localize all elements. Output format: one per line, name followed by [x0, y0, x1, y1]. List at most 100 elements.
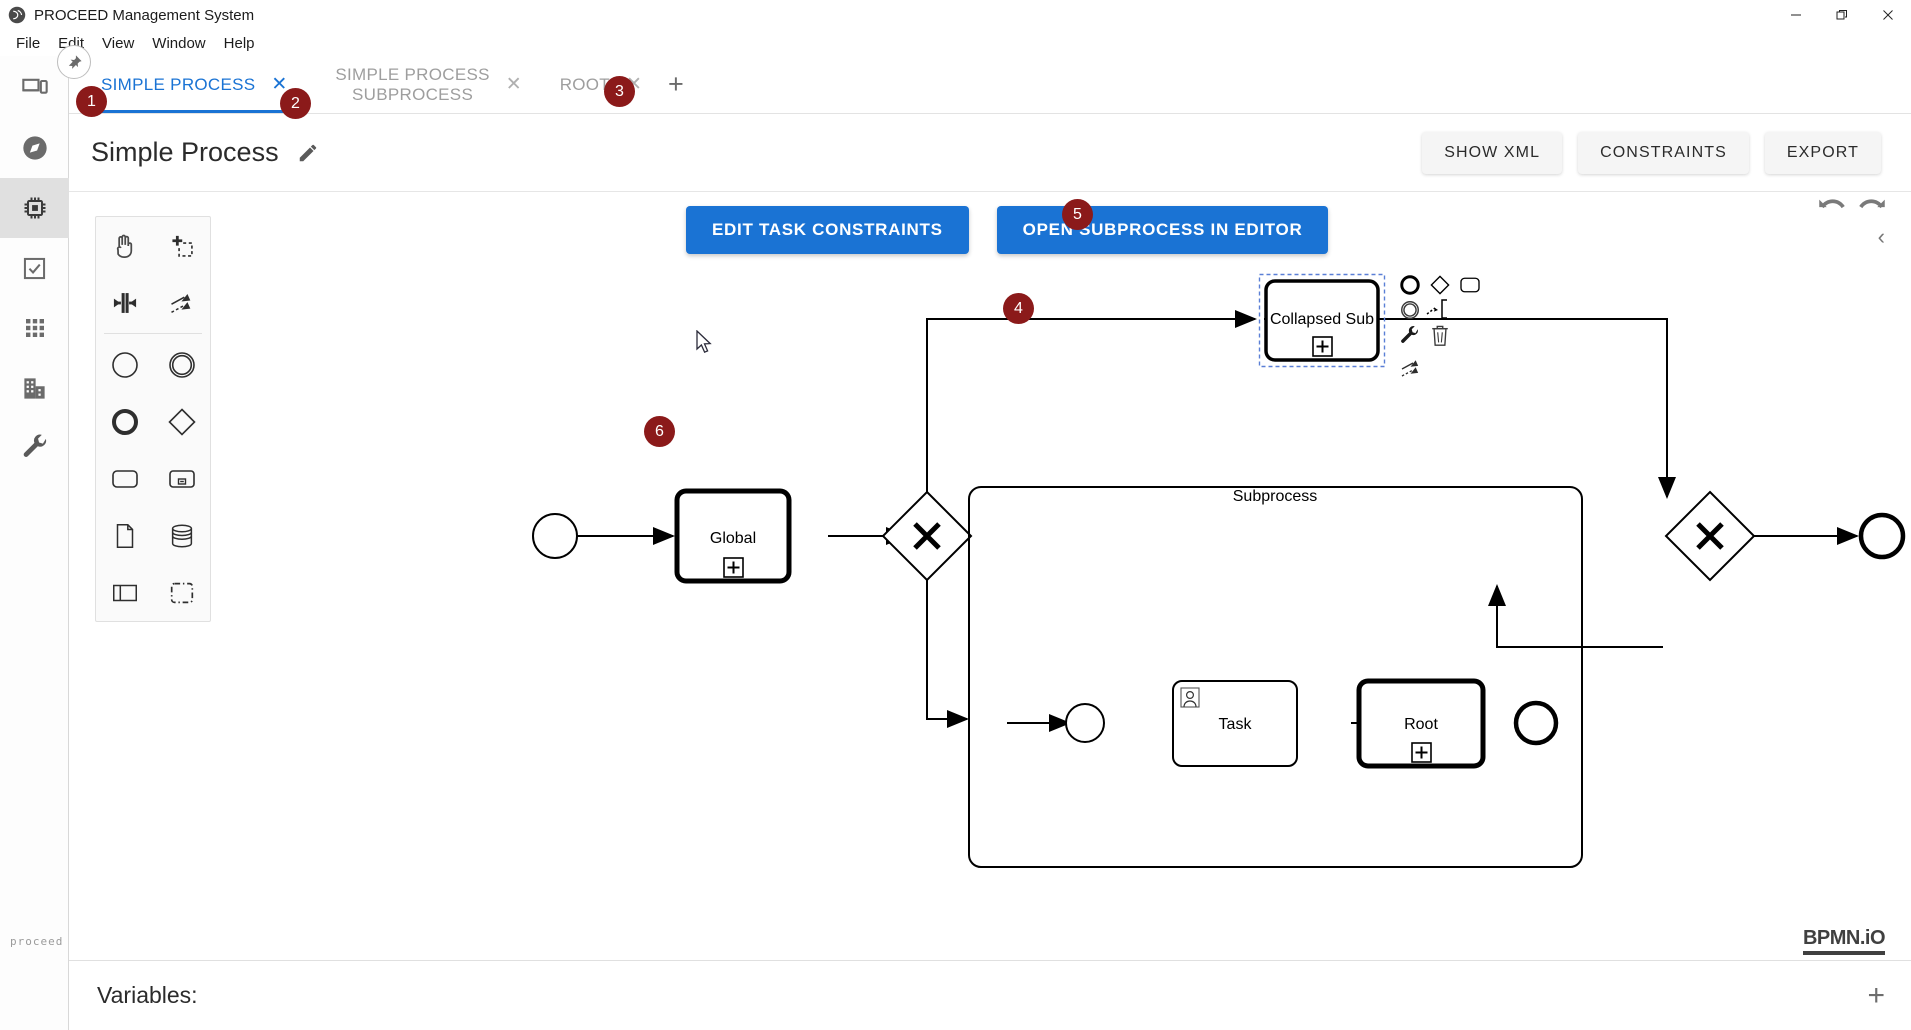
tab-label-text: SIMPLE PROCESS	[335, 65, 489, 85]
close-button[interactable]	[1865, 0, 1911, 30]
tab-add-button[interactable]: +	[654, 56, 698, 113]
app-title: PROCEED Management System	[34, 7, 254, 24]
annotation-badge-4: 4	[1003, 293, 1034, 324]
append-text-annotation-icon[interactable]	[1425, 297, 1455, 326]
machine-chip-icon	[21, 194, 49, 222]
add-variable-button[interactable]: +	[1867, 979, 1885, 1013]
subprocess-start-event-node[interactable]	[1066, 704, 1104, 742]
menu-help[interactable]: Help	[215, 33, 264, 54]
global-node[interactable]: Global	[677, 491, 789, 581]
collapsed-subprocess-label: Collapsed Sub	[1270, 311, 1374, 328]
subprocess-end-event-node[interactable]	[1516, 703, 1556, 743]
append-intermediate-event-icon[interactable]	[1399, 299, 1421, 326]
root-node-label: Root	[1404, 716, 1438, 733]
group-icon[interactable]	[153, 564, 210, 621]
change-element-wrench-icon[interactable]	[1399, 325, 1421, 352]
constraints-button[interactable]: CONSTRAINTS	[1578, 132, 1749, 174]
tab-label-text: SIMPLE PROCESS	[101, 75, 255, 95]
redo-icon[interactable]	[1855, 192, 1889, 222]
chevron-left-icon[interactable]: ‹	[1878, 224, 1885, 250]
bpmn-diagram[interactable]: Global Collapsed Sub Subprocess	[69, 192, 1911, 960]
bpmn-palette	[95, 216, 211, 622]
annotation-badge-5: 5	[1062, 199, 1093, 230]
data-object-icon[interactable]	[96, 507, 153, 564]
sidebar-item-explore[interactable]	[0, 118, 69, 178]
global-node-label: Global	[710, 530, 756, 547]
intermediate-event-icon[interactable]	[153, 336, 210, 393]
sidebar-item-machines[interactable]	[0, 178, 69, 238]
exclusive-gateway-icon[interactable]	[153, 393, 210, 450]
bpmnio-watermark[interactable]: BPMN.iO	[1803, 927, 1885, 950]
task-node[interactable]: Task	[1173, 681, 1297, 766]
hand-tool-icon[interactable]	[96, 217, 153, 274]
pin-icon[interactable]	[57, 45, 91, 79]
mouse-cursor	[696, 330, 714, 356]
connect-tool-icon[interactable]	[153, 274, 210, 331]
append-task-icon[interactable]	[1459, 276, 1481, 299]
explore-compass-icon	[21, 134, 49, 162]
pencil-edit-icon[interactable]	[297, 142, 319, 164]
delete-trash-icon[interactable]	[1429, 324, 1451, 353]
bpmn-canvas[interactable]: EDIT TASK CONSTRAINTS OPEN SUBPROCESS IN…	[69, 192, 1911, 960]
page-title: Simple Process	[91, 137, 279, 168]
annotation-badge-3: 3	[604, 76, 635, 107]
undo-redo-group	[1815, 192, 1889, 222]
subprocess-container-node[interactable]: Subprocess	[969, 487, 1582, 867]
edit-task-constraints-button[interactable]: EDIT TASK CONSTRAINTS	[686, 206, 969, 254]
data-store-icon[interactable]	[153, 507, 210, 564]
show-xml-button[interactable]: SHOW XML	[1422, 132, 1562, 174]
annotation-badge-2: 2	[280, 88, 311, 119]
left-icon-rail: proceed	[0, 56, 69, 1030]
connect-arrow-icon[interactable]	[1400, 355, 1424, 384]
lasso-tool-icon[interactable]	[153, 217, 210, 274]
tab-root[interactable]: ROOT ✕	[546, 56, 654, 113]
settings-wrench-icon	[21, 434, 49, 462]
variables-label: Variables:	[97, 982, 198, 1009]
sidebar-item-settings[interactable]	[0, 418, 69, 478]
export-button[interactable]: EXPORT	[1765, 132, 1881, 174]
minimize-button[interactable]	[1773, 0, 1819, 30]
user-task-icon	[1181, 688, 1199, 707]
tab-label-text: ROOT	[560, 75, 610, 95]
end-event-icon[interactable]	[96, 393, 153, 450]
bpmnio-logo-text: BPMN.iO	[1803, 927, 1885, 955]
tasklist-checkbox-icon	[21, 255, 48, 282]
start-event-node[interactable]	[533, 514, 577, 558]
palette-divider	[104, 333, 202, 334]
undo-icon[interactable]	[1815, 192, 1849, 222]
end-event-node[interactable]	[1861, 515, 1903, 557]
menu-file[interactable]: File	[7, 33, 49, 54]
proceed-brand: proceed	[10, 935, 60, 948]
menu-window[interactable]: Window	[143, 33, 214, 54]
maximize-restore-button[interactable]	[1819, 0, 1865, 30]
sidebar-item-apps[interactable]	[0, 298, 69, 358]
organization-building-icon	[21, 375, 48, 402]
participant-pool-icon[interactable]	[96, 564, 153, 621]
task-node-label: Task	[1219, 716, 1253, 733]
tab-sublabel-text: SUBPROCESS	[335, 85, 489, 105]
exclusive-gateway-1-node[interactable]	[883, 492, 971, 580]
task-icon[interactable]	[96, 450, 153, 507]
page-header: Simple Process SHOW XML CONSTRAINTS EXPO…	[69, 114, 1911, 192]
sidebar-item-tasklist[interactable]	[0, 238, 69, 298]
proceed-logo-icon	[8, 6, 26, 24]
space-tool-icon[interactable]	[96, 274, 153, 331]
sidebar-item-organization[interactable]	[0, 358, 69, 418]
title-bar: PROCEED Management System	[0, 0, 1911, 30]
start-event-icon[interactable]	[96, 336, 153, 393]
canvas-action-row: EDIT TASK CONSTRAINTS OPEN SUBPROCESS IN…	[686, 206, 1328, 254]
annotation-badge-6: 6	[644, 416, 675, 447]
menu-bar: File Edit View Window Help	[0, 30, 1911, 56]
menu-view[interactable]: View	[93, 33, 143, 54]
exclusive-gateway-2-node[interactable]	[1666, 492, 1754, 580]
append-end-event-icon[interactable]	[1399, 274, 1421, 301]
tab-simple-process[interactable]: SIMPLE PROCESS ✕	[87, 56, 299, 113]
expanded-subprocess-icon[interactable]	[153, 450, 210, 507]
tab-close-icon[interactable]: ✕	[506, 75, 522, 94]
open-subprocess-in-editor-button[interactable]: OPEN SUBPROCESS IN EDITOR	[997, 206, 1329, 254]
apps-grid-icon	[23, 316, 47, 340]
collapsed-subprocess-node[interactable]: Collapsed Sub	[1260, 275, 1385, 367]
tab-simple-process-subprocess[interactable]: SIMPLE PROCESS SUBPROCESS ✕	[321, 56, 533, 113]
devices-icon	[21, 74, 49, 102]
root-node[interactable]: Root	[1359, 681, 1483, 766]
